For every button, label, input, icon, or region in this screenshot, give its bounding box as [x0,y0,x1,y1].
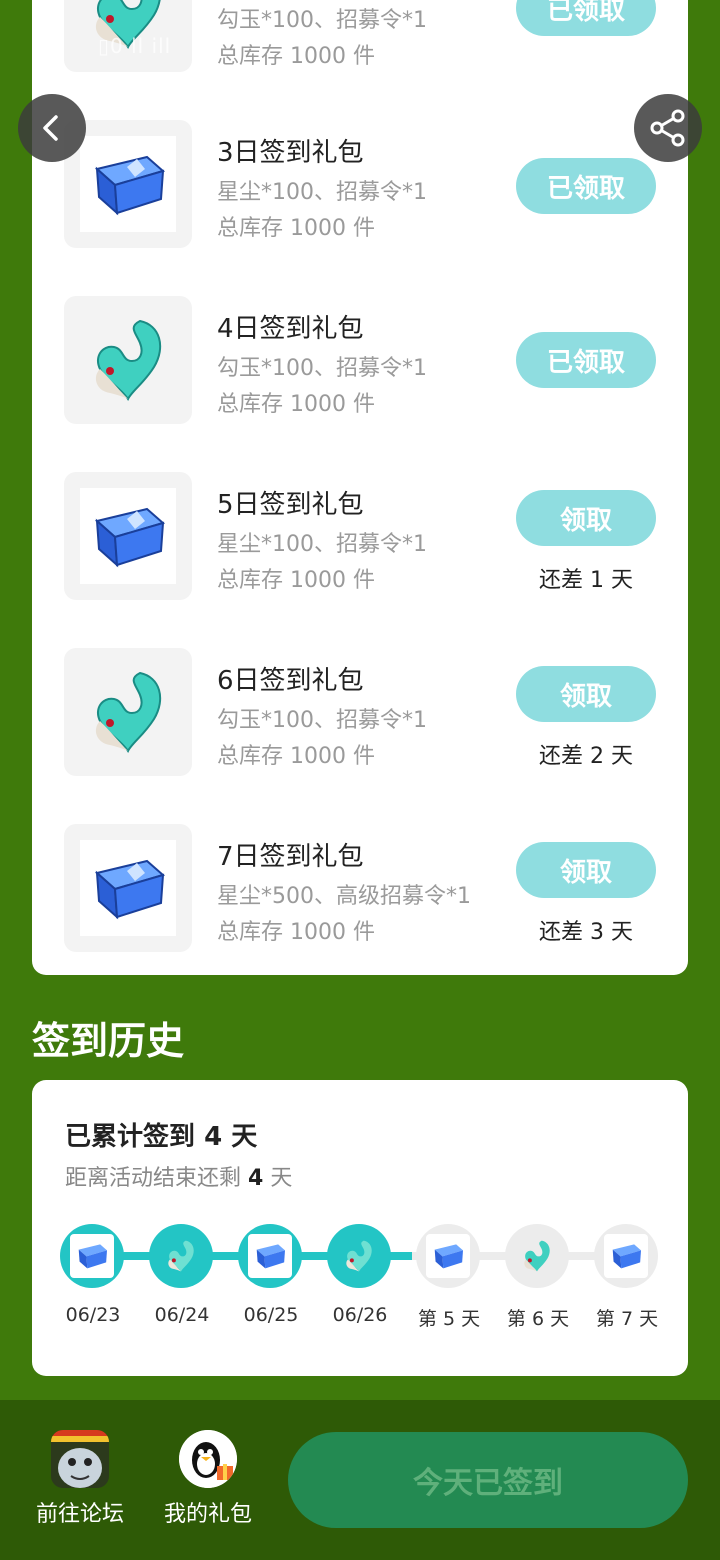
gift-desc: 星尘*100、招募令*1 [217,180,427,205]
forum-label: 前往论坛 [35,1502,124,1527]
day-label: 第 5 天 [417,1308,481,1330]
gift-thumb [64,648,192,776]
day-label: 06/25 [243,1304,299,1326]
gift-stock: 总库存 1000 件 [217,216,375,241]
gift-title: 3日签到礼包 [217,138,364,168]
my-gifts-label: 我的礼包 [163,1502,252,1527]
gift-row-7: 7日签到礼包 星尘*500、高级招募令*1 总库存 1000 件 领取 还差 3… [64,824,664,952]
treasure-chest-icon [604,1234,648,1278]
magatama-icon [159,1234,203,1278]
gift-row-4: 4日签到礼包 勾玉*100、招募令*1 总库存 1000 件 已领取 [64,296,664,424]
gift-title: 4日签到礼包 [217,314,364,344]
gift-title: 5日签到礼包 [217,490,364,520]
history-title: 签到历史 [32,1019,185,1063]
claim-button[interactable]: 领取 [516,490,656,546]
gift-stock: 总库存 1000 件 [217,392,375,417]
treasure-chest-icon [80,136,176,232]
days-remaining: 还差 1 天 [539,568,633,593]
end-prefix: 距离活动结束还剩 [65,1166,242,1191]
days-remaining: 还差 3 天 [539,920,633,945]
magatama-icon [80,312,176,408]
gift-title: 6日签到礼包 [217,666,364,696]
checkin-count-value: 4 [204,1122,223,1152]
back-button[interactable] [18,94,86,162]
gift-title: 7日签到礼包 [217,842,364,872]
treasure-chest-icon [248,1234,292,1278]
gift-desc: 勾玉*100、招募令*1 [217,356,427,381]
gift-stock: 总库存 1000 件 [217,568,375,593]
days-remaining: 还差 2 天 [539,744,633,769]
gift-row-6: 6日签到礼包 勾玉*100、招募令*1 总库存 1000 件 领取 还差 2 天 [64,648,664,776]
treasure-chest-icon [426,1234,470,1278]
treasure-chest-icon [80,840,176,936]
claimed-button[interactable]: 已领取 [516,0,656,36]
end-suffix: 天 [270,1166,293,1191]
treasure-chest-icon [70,1234,114,1278]
history-card: 已累计签到 4 天 距离活动结束还剩 4 天 06/23 06/24 06/25… [32,1080,688,1376]
day-label: 第 6 天 [506,1308,570,1330]
day-label: 06/26 [332,1304,388,1326]
claim-button[interactable]: 领取 [516,666,656,722]
magatama-icon [515,1234,559,1278]
share-icon [650,109,685,147]
day-node-3 [238,1224,302,1288]
gift-row-5: 5日签到礼包 星尘*100、招募令*1 总库存 1000 件 领取 还差 1 天 [64,472,664,600]
checkin-timeline [60,1224,660,1288]
checkin-count-prefix: 已累计签到 [65,1122,196,1152]
day-label: 06/24 [154,1304,210,1326]
day-label: 06/23 [65,1304,121,1326]
end-value: 4 [248,1166,264,1191]
magatama-icon [337,1234,381,1278]
my-gifts-link[interactable]: 我的礼包 [153,1430,263,1528]
game-avatar-icon [51,1430,109,1488]
gift-stock: 总库存 1000 件 [217,44,375,69]
claim-button[interactable]: 领取 [516,842,656,898]
day-label: 第 7 天 [595,1308,659,1330]
gift-stock: 总库存 1000 件 [217,744,375,769]
day-node-4 [327,1224,391,1288]
gift-desc: 星尘*500、高级招募令*1 [217,884,471,909]
claimed-button[interactable]: 已领取 [516,158,656,214]
gift-thumb [64,296,192,424]
checkin-count: 已累计签到 4 天 [65,1116,257,1153]
gift-desc: 星尘*100、招募令*1 [217,532,427,557]
signed-today-button[interactable]: 今天已签到 [288,1432,688,1528]
day-node-7 [594,1224,658,1288]
gift-stock: 总库存 1000 件 [217,920,375,945]
treasure-chest-icon [80,488,176,584]
event-end-countdown: 距离活动结束还剩 4 天 [65,1160,292,1192]
day-node-2 [149,1224,213,1288]
bottom-action-bar: 前往论坛 我的礼包 今天已签到 [0,1400,720,1560]
status-bar-overlay: ▯0 ll ill [98,34,172,58]
gift-thumb [64,824,192,952]
day-node-5 [416,1224,480,1288]
gift-desc: 勾玉*100、招募令*1 [217,8,427,33]
qq-penguin-icon [179,1430,237,1488]
gift-desc: 勾玉*100、招募令*1 [217,708,427,733]
magatama-icon [80,664,176,760]
checkin-count-suffix: 天 [231,1122,258,1152]
gift-thumb [64,472,192,600]
gift-row-3: 3日签到礼包 星尘*100、招募令*1 总库存 1000 件 已领取 [64,120,664,248]
share-button[interactable] [634,94,702,162]
day-node-1 [60,1224,124,1288]
day-node-6 [505,1224,569,1288]
chevron-left-icon [43,115,58,141]
forum-link[interactable]: 前往论坛 [25,1430,135,1528]
claimed-button[interactable]: 已领取 [516,332,656,388]
